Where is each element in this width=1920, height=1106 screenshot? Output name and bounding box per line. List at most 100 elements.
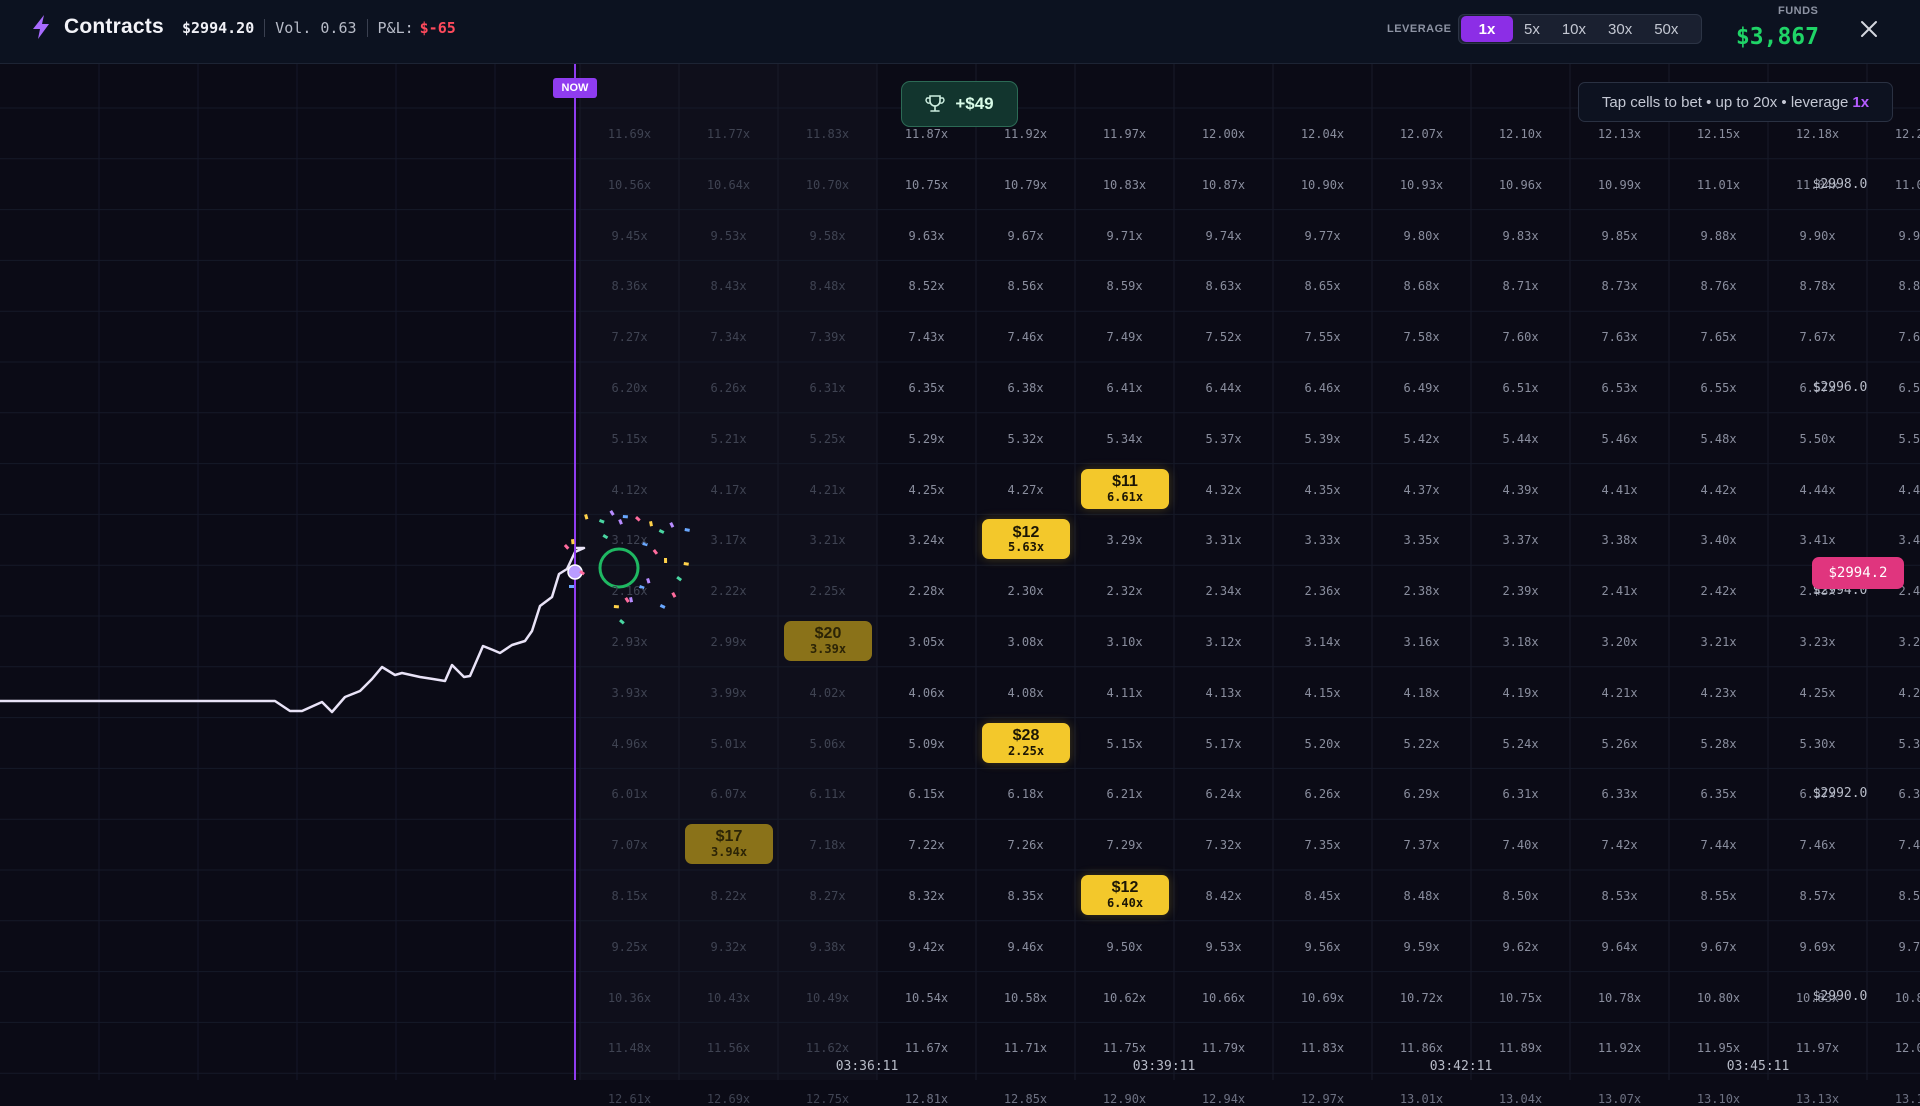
multiplier-cell[interactable]: 2.30x <box>976 584 1075 598</box>
multiplier-cell[interactable]: 2.34x <box>1174 584 1273 598</box>
multiplier-cell[interactable]: 4.15x <box>1273 686 1372 700</box>
multiplier-cell[interactable]: 3.20x <box>1570 635 1669 649</box>
multiplier-cell[interactable]: 4.27x <box>976 483 1075 497</box>
multiplier-cell[interactable]: 3.14x <box>1273 635 1372 649</box>
multiplier-cell[interactable]: 2.42x <box>1669 584 1768 598</box>
multiplier-cell[interactable]: 9.90x <box>1768 229 1867 243</box>
multiplier-cell[interactable]: 6.55x <box>1669 381 1768 395</box>
multiplier-cell[interactable]: 9.38x <box>778 940 877 954</box>
multiplier-cell[interactable]: 7.29x <box>1075 838 1174 852</box>
multiplier-cell[interactable]: 4.39x <box>1471 483 1570 497</box>
multiplier-cell[interactable]: 11.83x <box>1273 1041 1372 1055</box>
multiplier-cell[interactable]: 4.26x <box>1867 686 1920 700</box>
multiplier-cell[interactable]: 7.44x <box>1669 838 1768 852</box>
multiplier-cell[interactable]: 7.49x <box>1075 330 1174 344</box>
multiplier-cell[interactable]: 6.35x <box>877 381 976 395</box>
multiplier-cell[interactable]: 10.56x <box>580 178 679 192</box>
multiplier-cell[interactable]: 7.63x <box>1570 330 1669 344</box>
multiplier-cell[interactable]: 6.35x <box>1669 787 1768 801</box>
multiplier-cell[interactable]: 3.24x <box>1867 635 1920 649</box>
multiplier-cell[interactable]: 5.32x <box>1867 737 1920 751</box>
multiplier-cell[interactable]: 3.33x <box>1273 533 1372 547</box>
multiplier-cell[interactable]: 3.37x <box>1471 533 1570 547</box>
multiplier-cell[interactable]: 10.66x <box>1174 991 1273 1005</box>
multiplier-cell[interactable]: 8.53x <box>1570 889 1669 903</box>
multiplier-cell[interactable]: 10.75x <box>877 178 976 192</box>
multiplier-cell[interactable]: 10.78x <box>1570 991 1669 1005</box>
close-icon[interactable] <box>1855 15 1883 43</box>
multiplier-cell[interactable]: 4.41x <box>1570 483 1669 497</box>
multiplier-cell[interactable]: 5.28x <box>1669 737 1768 751</box>
multiplier-cell[interactable]: 10.69x <box>1273 991 1372 1005</box>
multiplier-cell[interactable]: 6.41x <box>1075 381 1174 395</box>
multiplier-cell[interactable]: 12.15x <box>1669 127 1768 141</box>
multiplier-cell[interactable]: 10.99x <box>1570 178 1669 192</box>
multiplier-cell[interactable]: 2.32x <box>1075 584 1174 598</box>
multiplier-cell[interactable]: 7.65x <box>1669 330 1768 344</box>
multiplier-cell[interactable]: 3.21x <box>778 533 877 547</box>
multiplier-cell[interactable]: 11.86x <box>1372 1041 1471 1055</box>
multiplier-cell[interactable]: 6.26x <box>679 381 778 395</box>
multiplier-cell[interactable]: 9.42x <box>877 940 976 954</box>
multiplier-cell[interactable]: 6.26x <box>1273 787 1372 801</box>
multiplier-cell[interactable]: 11.62x <box>778 1041 877 1055</box>
multiplier-cell[interactable]: 6.44x <box>1174 381 1273 395</box>
multiplier-cell[interactable]: 2.22x <box>679 584 778 598</box>
multiplier-cell[interactable]: 10.36x <box>580 991 679 1005</box>
multiplier-cell[interactable]: 4.23x <box>1669 686 1768 700</box>
multiplier-cell[interactable]: 5.51x <box>1867 432 1920 446</box>
multiplier-cell[interactable]: 8.22x <box>679 889 778 903</box>
multiplier-cell[interactable]: 3.93x <box>580 686 679 700</box>
multiplier-cell[interactable]: 12.04x <box>1273 127 1372 141</box>
multiplier-cell[interactable]: 5.30x <box>1768 737 1867 751</box>
multiplier-cell[interactable]: 5.46x <box>1570 432 1669 446</box>
multiplier-cell[interactable]: 7.48x <box>1867 838 1920 852</box>
multiplier-cell[interactable]: 11.97x <box>1075 127 1174 141</box>
multiplier-cell[interactable]: 8.50x <box>1471 889 1570 903</box>
multiplier-cell[interactable]: 4.46x <box>1867 483 1920 497</box>
multiplier-cell[interactable]: 8.42x <box>1174 889 1273 903</box>
multiplier-cell[interactable]: 10.80x <box>1669 991 1768 1005</box>
multiplier-cell[interactable]: 6.31x <box>778 381 877 395</box>
multiplier-cell[interactable]: 11.92x <box>1570 1041 1669 1055</box>
multiplier-cell[interactable]: 7.42x <box>1570 838 1669 852</box>
multiplier-cell[interactable]: 12.00x <box>1867 1041 1920 1055</box>
multiplier-cell[interactable]: 10.90x <box>1273 178 1372 192</box>
multiplier-cell[interactable]: 8.35x <box>976 889 1075 903</box>
multiplier-cell[interactable]: 5.22x <box>1372 737 1471 751</box>
multiplier-cell[interactable]: 2.16x <box>580 584 679 598</box>
multiplier-cell[interactable]: 8.48x <box>778 279 877 293</box>
multiplier-cell[interactable]: 5.29x <box>877 432 976 446</box>
multiplier-cell[interactable]: 12.81x <box>877 1092 976 1106</box>
multiplier-cell[interactable]: 11.75x <box>1075 1041 1174 1055</box>
multiplier-cell[interactable]: 8.78x <box>1768 279 1867 293</box>
multiplier-cell[interactable]: 4.21x <box>1570 686 1669 700</box>
multiplier-cell[interactable]: 4.25x <box>877 483 976 497</box>
multiplier-cell[interactable]: 8.56x <box>976 279 1075 293</box>
multiplier-cell[interactable]: 2.99x <box>679 635 778 649</box>
multiplier-cell[interactable]: 11.92x <box>976 127 1075 141</box>
multiplier-cell[interactable]: 2.39x <box>1471 584 1570 598</box>
multiplier-cell[interactable]: 10.58x <box>976 991 1075 1005</box>
multiplier-cell[interactable]: 9.53x <box>679 229 778 243</box>
multiplier-cell[interactable]: 2.41x <box>1570 584 1669 598</box>
multiplier-cell[interactable]: 4.25x <box>1768 686 1867 700</box>
multiplier-cell[interactable]: 7.27x <box>580 330 679 344</box>
multiplier-cell[interactable]: 12.18x <box>1768 127 1867 141</box>
multiplier-cell[interactable]: 7.32x <box>1174 838 1273 852</box>
multiplier-cell[interactable]: 11.77x <box>679 127 778 141</box>
multiplier-cell[interactable]: 3.16x <box>1372 635 1471 649</box>
multiplier-cell[interactable]: 11.56x <box>679 1041 778 1055</box>
multiplier-cell[interactable]: 11.95x <box>1669 1041 1768 1055</box>
multiplier-cell[interactable]: 4.44x <box>1768 483 1867 497</box>
multiplier-cell[interactable]: 7.46x <box>976 330 1075 344</box>
multiplier-cell[interactable]: 12.75x <box>778 1092 877 1106</box>
multiplier-cell[interactable]: 11.83x <box>778 127 877 141</box>
multiplier-cell[interactable]: 5.20x <box>1273 737 1372 751</box>
multiplier-cell[interactable]: 3.10x <box>1075 635 1174 649</box>
multiplier-cell[interactable]: 8.73x <box>1570 279 1669 293</box>
multiplier-cell[interactable]: 10.79x <box>976 178 1075 192</box>
multiplier-cell[interactable]: 9.63x <box>877 229 976 243</box>
multiplier-cell[interactable]: 7.46x <box>1768 838 1867 852</box>
multiplier-cell[interactable]: 6.18x <box>976 787 1075 801</box>
